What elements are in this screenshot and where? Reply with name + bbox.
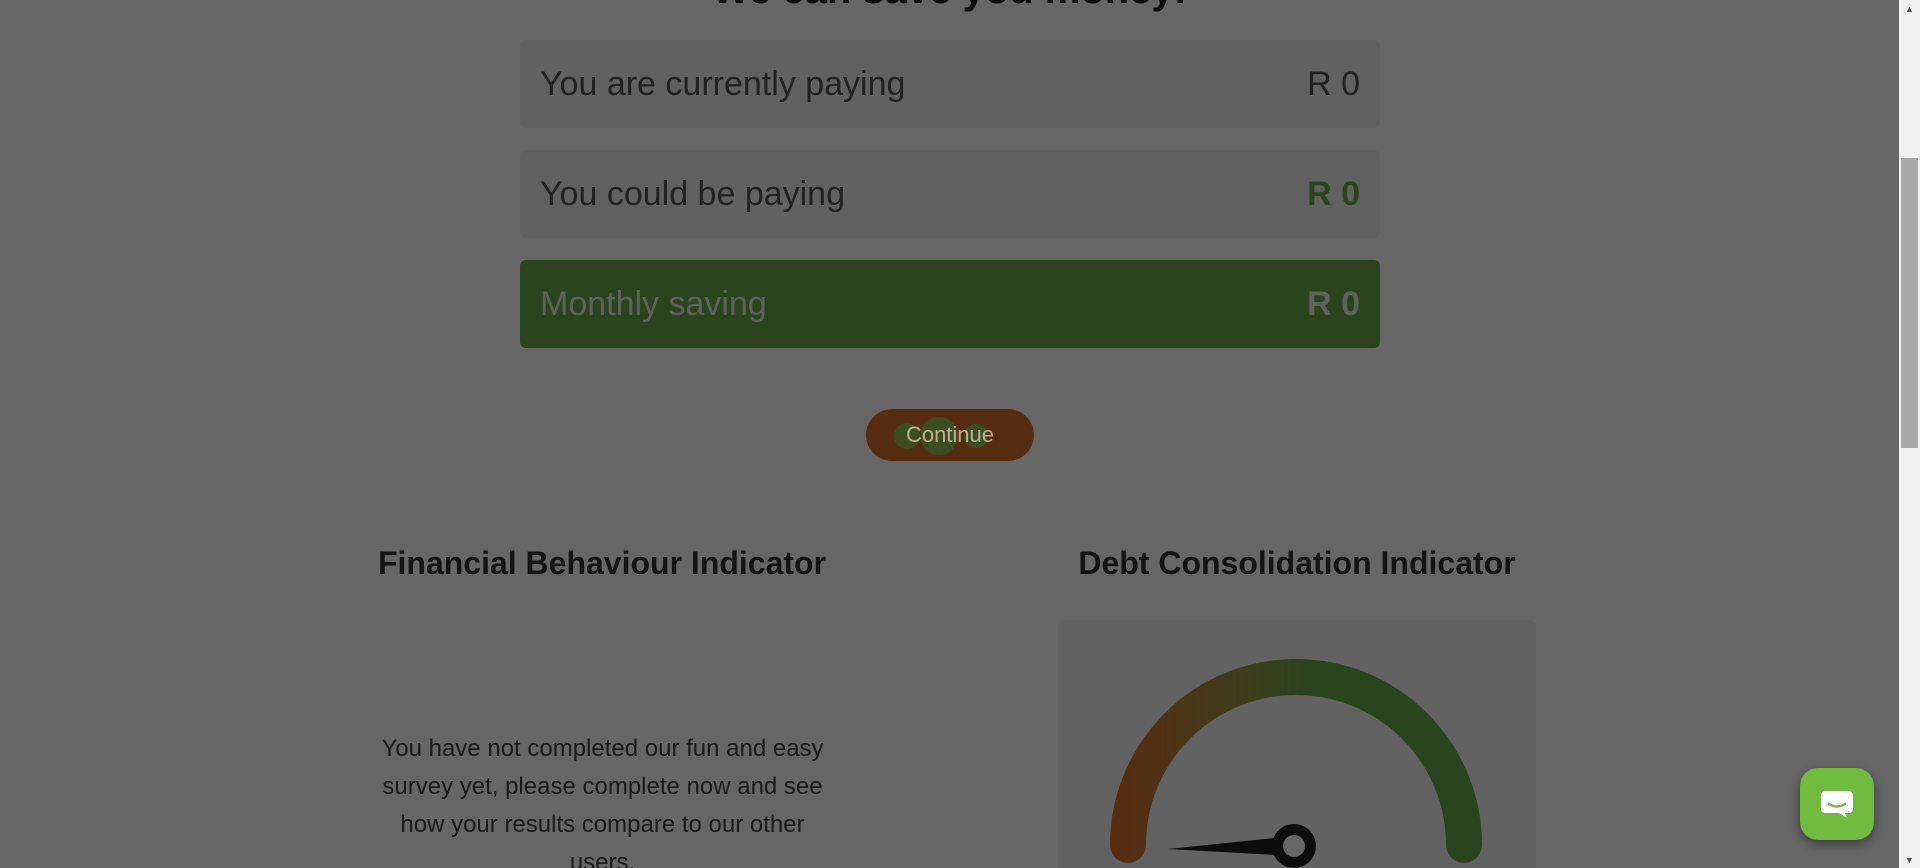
savings-heading: We can save you money! bbox=[0, 0, 1899, 13]
continue-label: Continue bbox=[905, 422, 995, 447]
could-pay-label: You could be paying bbox=[540, 174, 846, 213]
debt-gauge bbox=[1110, 659, 1482, 868]
current-paying-row: You are currently paying R 0 bbox=[520, 40, 1380, 128]
could-pay-row: You could be paying R 0 bbox=[520, 150, 1380, 238]
monthly-saving-value: R 0 bbox=[1307, 284, 1360, 323]
debt-gauge-card bbox=[1058, 620, 1536, 868]
survey-message: You have not completed our fun and easy … bbox=[381, 735, 824, 868]
monthly-saving-label: Monthly saving bbox=[540, 284, 767, 323]
chat-bubble-icon bbox=[1821, 791, 1853, 818]
chat-button[interactable] bbox=[1800, 768, 1874, 840]
gauge-arc bbox=[1110, 659, 1482, 863]
current-paying-label: You are currently paying bbox=[540, 64, 906, 103]
current-paying-value: R 0 bbox=[1307, 64, 1360, 103]
continue-button[interactable]: Continue bbox=[866, 409, 1034, 461]
debt-consolidation-title: Debt Consolidation Indicator bbox=[1078, 545, 1516, 581]
monthly-saving-row: Monthly saving R 0 bbox=[520, 260, 1380, 348]
scroll-up-icon[interactable]: ▲ bbox=[1899, 0, 1920, 17]
scroll-thumb[interactable] bbox=[1901, 158, 1918, 448]
scroll-down-icon[interactable]: ▼ bbox=[1899, 851, 1920, 868]
page: We can save you money! You are currently… bbox=[0, 0, 1899, 868]
could-pay-value: R 0 bbox=[1307, 174, 1360, 213]
financial-behaviour-title: Financial Behaviour Indicator bbox=[377, 545, 827, 581]
scrollbar[interactable]: ▲ ▼ bbox=[1899, 0, 1920, 868]
